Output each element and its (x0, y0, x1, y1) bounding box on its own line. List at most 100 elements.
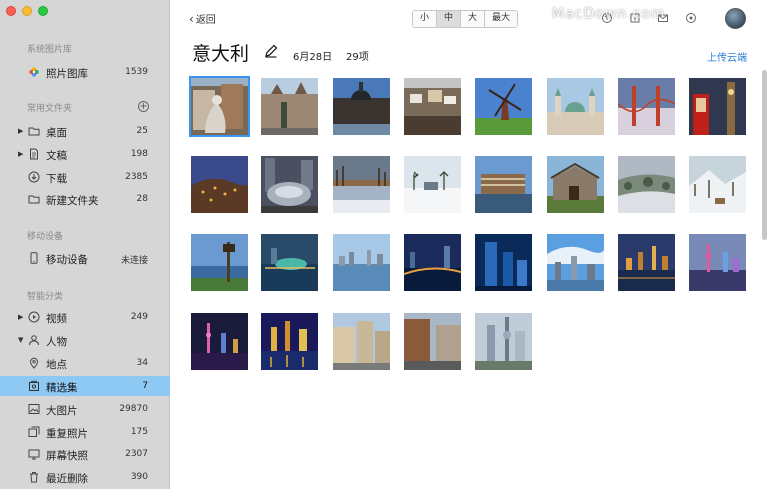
settings-icon[interactable] (685, 12, 697, 24)
disclosure-arrow-icon[interactable]: ▶ (18, 313, 23, 321)
photo-thumbnail[interactable] (261, 78, 318, 135)
sidebar-item-new-folder[interactable]: 新建文件夹 28 (0, 189, 170, 209)
sidebar-item-videos[interactable]: ▶ 视频 249 (0, 307, 170, 327)
sidebar-item-count: 34 (136, 358, 148, 368)
play-icon (28, 311, 40, 323)
photo-thumbnail[interactable] (261, 156, 318, 213)
size-largest-button[interactable]: 最大 (485, 11, 518, 27)
photo-thumbnail[interactable] (261, 234, 318, 291)
location-pin-icon (29, 357, 39, 369)
sidebar-item-count: 175 (130, 427, 148, 437)
main-content: ‹ 返回 小 中 大 最大 MacDown.com 意大利 6月28日 29项 … (171, 0, 771, 489)
scrollbar[interactable] (762, 70, 767, 240)
disclosure-arrow-icon[interactable]: ▼ (18, 336, 23, 344)
sidebar-item-label: 文稿 (46, 150, 67, 162)
watermark: MacDown.com (552, 6, 666, 22)
sidebar-item-label: 新建文件夹 (46, 195, 99, 207)
sidebar-item-desktop[interactable]: ▶ 桌面 25 (0, 121, 170, 141)
window-controls (6, 6, 48, 16)
close-window-button[interactable] (6, 6, 16, 16)
sidebar-item-downloads[interactable]: 下载 2385 (0, 167, 170, 187)
size-small-button[interactable]: 小 (413, 11, 438, 27)
sidebar-item-featured[interactable]: 精选集 7 (0, 376, 170, 396)
photo-thumbnail[interactable] (333, 156, 390, 213)
sidebar-item-large-images[interactable]: 大图片 29870 (0, 399, 170, 419)
featured-album-icon (29, 380, 39, 391)
album-item-count: 29项 (346, 52, 369, 63)
photo-thumbnail[interactable] (618, 78, 675, 135)
photo-thumbnail[interactable] (689, 156, 746, 213)
sidebar-item-people[interactable]: ▼ 人物 (0, 330, 170, 350)
pencil-icon[interactable] (264, 44, 278, 58)
sidebar-item-label: 桌面 (46, 127, 67, 139)
sidebar-item-status: 未连接 (120, 256, 148, 266)
photo-thumbnail[interactable] (404, 234, 461, 291)
album-title: 意大利 (192, 43, 250, 65)
section-title-smart: 智能分类 (27, 292, 64, 302)
photo-thumbnail[interactable] (475, 78, 532, 135)
photo-thumbnail[interactable] (189, 76, 250, 137)
photo-thumbnail[interactable] (618, 156, 675, 213)
sidebar-item-count: 25 (136, 126, 148, 136)
photo-thumbnail[interactable] (689, 234, 746, 291)
sidebar-item-label: 移动设备 (46, 254, 88, 266)
photo-thumbnail[interactable] (191, 313, 248, 370)
photo-thumbnail[interactable] (689, 78, 746, 135)
phone-icon (30, 252, 38, 264)
sidebar-item-count: 249 (130, 312, 148, 322)
disclosure-arrow-icon[interactable]: ▶ (18, 127, 23, 135)
sidebar-item-mobile-device[interactable]: 移动设备 未连接 (0, 248, 170, 268)
sidebar-item-documents[interactable]: ▶ 文稿 198 (0, 144, 170, 164)
back-button[interactable]: ‹ 返回 (189, 11, 216, 27)
photo-thumbnail[interactable] (547, 78, 604, 135)
photo-thumbnail[interactable] (404, 78, 461, 135)
size-medium-button[interactable]: 中 (437, 11, 462, 27)
download-icon (28, 171, 40, 183)
photo-thumbnail[interactable] (191, 156, 248, 213)
add-folder-button[interactable]: + (138, 101, 149, 112)
sidebar-item-count: 29870 (119, 404, 148, 414)
screenshot-icon (28, 449, 40, 460)
photo-thumbnail[interactable] (475, 156, 532, 213)
avatar[interactable] (725, 8, 746, 29)
photo-thumbnail[interactable] (547, 234, 604, 291)
photo-thumbnail[interactable] (191, 234, 248, 291)
sidebar-item-duplicates[interactable]: 重复照片 175 (0, 422, 170, 442)
album-date: 6月28日 (293, 52, 333, 63)
upload-cloud-link[interactable]: 上传云端 (707, 49, 747, 64)
sidebar-item-label: 重复照片 (46, 428, 88, 440)
back-label: 返回 (195, 15, 216, 26)
sidebar-item-label: 精选集 (46, 382, 78, 394)
sidebar-item-photo-library[interactable]: 照片图库 1539 (0, 62, 170, 82)
thumbnail-size-selector: 小 中 大 最大 (412, 10, 519, 28)
sidebar-item-label: 最近删除 (46, 473, 88, 485)
photo-thumbnail[interactable] (404, 156, 461, 213)
sidebar-item-screenshots[interactable]: 屏幕快照 2307 (0, 444, 170, 464)
section-title-folders: 常用文件夹 (27, 104, 73, 114)
chevron-left-icon: ‹ (189, 11, 194, 26)
folder-icon (28, 195, 40, 204)
sidebar-item-label: 视频 (46, 313, 67, 325)
minimize-window-button[interactable] (22, 6, 32, 16)
sidebar-item-places[interactable]: 地点 34 (0, 353, 170, 373)
photo-thumbnail[interactable] (261, 313, 318, 370)
photo-thumbnail[interactable] (547, 156, 604, 213)
trash-icon (30, 472, 38, 483)
sidebar-item-recently-deleted[interactable]: 最近删除 390 (0, 467, 170, 487)
photo-thumbnail[interactable] (333, 234, 390, 291)
zoom-window-button[interactable] (38, 6, 48, 16)
photo-thumbnail[interactable] (618, 234, 675, 291)
photo-thumbnail[interactable] (333, 313, 390, 370)
sidebar-item-label: 大图片 (46, 405, 78, 417)
size-large-button[interactable]: 大 (461, 11, 486, 27)
section-title-library: 系统图片库 (27, 45, 73, 55)
photo-thumbnail[interactable] (333, 78, 390, 135)
sidebar-item-count: 198 (130, 149, 148, 159)
sidebar: 系统图片库 照片图库 1539 常用文件夹 + ▶ 桌面 25 ▶ 文稿 198… (0, 0, 170, 489)
person-icon (29, 335, 39, 346)
disclosure-arrow-icon[interactable]: ▶ (18, 150, 23, 158)
photo-thumbnail[interactable] (475, 313, 532, 370)
photo-thumbnail[interactable] (475, 234, 532, 291)
photo-thumbnail[interactable] (404, 313, 461, 370)
sidebar-item-label: 屏幕快照 (46, 450, 88, 462)
